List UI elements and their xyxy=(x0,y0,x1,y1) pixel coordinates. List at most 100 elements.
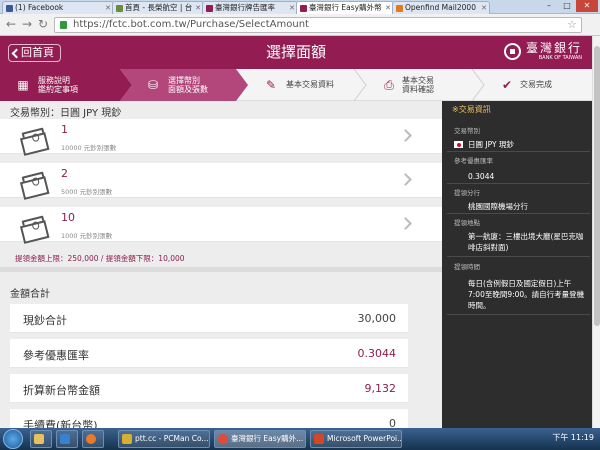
logo-english: BANK OF TAIWAN xyxy=(538,55,582,61)
denomination-row[interactable]: 1 10000 元鈔別張數 xyxy=(0,119,442,154)
bookmark-star-icon[interactable]: ☆ xyxy=(567,18,577,32)
taskbar-pcman[interactable]: ptt.cc - PCMan Co... xyxy=(118,430,210,448)
summary-row: 參考優惠匯率 0.3044 xyxy=(10,339,408,368)
check-icon: ✔ xyxy=(501,78,513,92)
minimize-button[interactable]: – xyxy=(540,0,558,12)
taskbar-powerpoint[interactable]: Microsoft PowerPoi... xyxy=(310,430,402,448)
summary-key: 手續費(新台幣) xyxy=(23,419,98,428)
note-count: 1 xyxy=(61,123,68,136)
step-select-currency: ⛁ 選擇幣別 面額及張數 xyxy=(132,69,242,101)
confirm-icon: ⎙ xyxy=(384,78,394,92)
tab-label: 臺灣銀行牌告匯率 xyxy=(215,3,275,12)
taskbar-label: ptt.cc - PCMan Co... xyxy=(135,434,209,443)
scrollbar-thumb[interactable] xyxy=(594,46,600,326)
close-tab-icon[interactable]: ✕ xyxy=(195,2,201,14)
page-scrollbar[interactable] xyxy=(592,36,600,428)
currency-line: 交易幣別：日圓 JPY 現鈔 xyxy=(10,108,122,119)
denomination-row[interactable]: 10 1000 元鈔別張數 xyxy=(0,207,442,242)
taskbar-label: Microsoft PowerPoi... xyxy=(327,434,402,443)
edit-icon: ✎ xyxy=(265,78,277,92)
bank-seal-icon xyxy=(503,43,521,60)
reload-icon[interactable]: ↻ xyxy=(38,17,48,31)
banknote-icon xyxy=(21,127,47,147)
denomination-row[interactable]: 2 5000 元鈔別張數 xyxy=(0,163,442,198)
info-value: 0.3044 xyxy=(468,172,495,181)
forward-arrow-icon[interactable]: → xyxy=(22,17,32,31)
tab-openfind[interactable]: Openfind Mail2000 ✕ xyxy=(392,1,490,14)
step-line1: 基本交易 xyxy=(402,76,434,85)
summary-key: 參考優惠匯率 xyxy=(23,349,89,362)
back-arrow-icon[interactable]: ← xyxy=(6,17,16,31)
openfind-favicon-icon xyxy=(396,5,403,12)
progress-steps: ▦ 服務說明 鑑約定事項 ⛁ 選擇幣別 面額及張數 ✎ 基本交易資料 ⎙ 基本交易資… xyxy=(0,69,592,101)
system-clock[interactable]: 下午 11:19 xyxy=(552,432,594,444)
tab-label: (1) Facebook xyxy=(15,3,64,12)
note-count: 10 xyxy=(61,211,75,224)
taskbar-media[interactable] xyxy=(56,430,78,448)
tab-evaair[interactable]: 首頁 - 長榮航空 | 台 ✕ xyxy=(112,1,204,14)
summary-row: 現鈔合計 30,000 xyxy=(10,304,408,333)
bot-favicon-icon xyxy=(300,5,307,12)
media-icon xyxy=(60,434,70,444)
chevron-right-icon[interactable] xyxy=(399,217,412,230)
site-header: 回首頁 選擇面額 臺灣銀行 BANK OF TAIWAN xyxy=(0,36,592,69)
divider xyxy=(447,256,590,257)
address-bar[interactable]: https://fctc.bot.com.tw/Purchase/SelectA… xyxy=(54,17,582,33)
info-value: 桃園國際機場分行 xyxy=(468,202,528,211)
coins-icon: ⛁ xyxy=(147,78,159,92)
facebook-favicon-icon xyxy=(6,5,13,12)
taskbar-explorer[interactable] xyxy=(30,430,52,448)
taskbar-chrome[interactable]: 臺灣銀行 Easy購外... xyxy=(214,430,306,448)
info-value: 每日(含例假日及國定假日)上午7:00至晚間9:00。請自行考量登機時間。 xyxy=(468,279,585,310)
windows-taskbar: ptt.cc - PCMan Co... 臺灣銀行 Easy購外... Micr… xyxy=(0,428,600,450)
divider xyxy=(447,213,590,214)
step-basic-data: ✎ 基本交易資料 xyxy=(260,69,360,101)
summary-title: 金額合計 xyxy=(10,289,50,300)
grid-icon: ▦ xyxy=(17,78,29,92)
window-controls: – □ ✕ xyxy=(540,0,598,12)
tab-label: Openfind Mail2000 xyxy=(405,3,476,12)
summary-row: 折算新台幣金額 9,132 xyxy=(10,374,408,403)
taskbar-firefox[interactable] xyxy=(82,430,104,448)
tab-label: 臺灣銀行 Easy購外幣 xyxy=(309,3,382,12)
summary-key: 現鈔合計 xyxy=(23,314,67,327)
info-label: 交易幣別 xyxy=(454,127,480,135)
evaair-favicon-icon xyxy=(116,5,123,12)
start-button[interactable] xyxy=(3,429,23,449)
maximize-button[interactable]: □ xyxy=(558,0,576,12)
note-denomination: 5000 元鈔別張數 xyxy=(61,188,113,196)
tab-bot-easy[interactable]: 臺灣銀行 Easy購外幣 ✕ xyxy=(296,1,394,15)
browser-tab-strip: (1) Facebook ✕ 首頁 - 長榮航空 | 台 ✕ 臺灣銀行牌告匯率 ✕ 臺… xyxy=(0,0,600,15)
step-complete: ✔ 交易完成 xyxy=(498,69,590,101)
bank-logo[interactable]: 臺灣銀行 BANK OF TAIWAN xyxy=(503,41,582,62)
close-tab-icon[interactable]: ✕ xyxy=(289,2,295,14)
close-tab-icon[interactable]: ✕ xyxy=(105,2,111,14)
chevron-right-icon[interactable] xyxy=(399,173,412,186)
close-window-button[interactable]: ✕ xyxy=(576,0,598,12)
summary-value: 0 xyxy=(389,417,396,428)
chevron-right-icon[interactable] xyxy=(399,129,412,142)
folder-icon xyxy=(34,434,44,444)
note-count: 2 xyxy=(61,167,68,180)
close-tab-icon[interactable]: ✕ xyxy=(385,2,391,14)
info-value: 日圓 JPY 現鈔 xyxy=(468,140,514,149)
step-line1: 選擇幣別 xyxy=(168,76,200,85)
divider xyxy=(447,183,590,184)
step-service-terms: ▦ 服務說明 鑑約定事項 xyxy=(0,69,124,101)
step-label: 服務說明 鑑約定事項 xyxy=(38,76,78,94)
tab-label: 首頁 - 長榮航空 | 台 xyxy=(125,3,193,12)
info-label: 提領地點 xyxy=(454,219,480,227)
tab-facebook[interactable]: (1) Facebook ✕ xyxy=(2,1,114,14)
panel-title: ※交易資訊 xyxy=(452,105,491,114)
close-tab-icon[interactable]: ✕ xyxy=(481,2,487,14)
note-denomination: 1000 元鈔別張數 xyxy=(61,232,113,240)
chrome-icon xyxy=(218,434,228,444)
firefox-icon xyxy=(86,434,96,444)
divider xyxy=(447,151,590,152)
step-line1: 服務說明 xyxy=(38,76,70,85)
summary-value: 30,000 xyxy=(357,312,397,325)
info-label: 提領時間 xyxy=(454,263,480,271)
tab-bot-rates[interactable]: 臺灣銀行牌告匯率 ✕ xyxy=(202,1,298,14)
step-line1: 交易完成 xyxy=(520,80,552,89)
taskbar-label: 臺灣銀行 Easy購外... xyxy=(231,434,304,443)
